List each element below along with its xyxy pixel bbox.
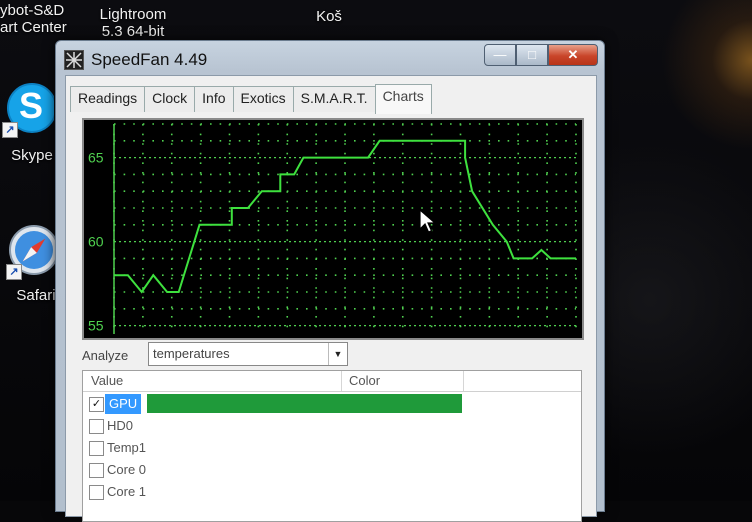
tab-exotics[interactable]: Exotics — [232, 86, 293, 112]
sensor-color-swatch[interactable] — [147, 394, 462, 413]
speedfan-app-icon — [64, 50, 84, 70]
column-header-color[interactable]: Color — [349, 373, 380, 389]
sensor-checkbox[interactable] — [89, 441, 104, 456]
analyze-select[interactable]: temperatures ▼ — [148, 342, 348, 366]
desktop-icon-safari-label[interactable]: Safari — [12, 287, 60, 304]
chevron-down-icon[interactable]: ▼ — [328, 343, 347, 365]
sensor-checkbox[interactable] — [89, 485, 104, 500]
sensor-row[interactable]: HD0 — [83, 415, 581, 437]
sensor-row[interactable]: Temp1 — [83, 437, 581, 459]
sensor-row[interactable]: Core 1 — [83, 481, 581, 503]
title-bar[interactable]: SpeedFan 4.49 — □ ✕ — [56, 41, 604, 75]
desktop-icon-lightroom-line2: 5.3 64-bit — [101, 23, 165, 40]
safari-icon[interactable]: ↗ — [6, 222, 59, 280]
sensor-checkbox[interactable] — [89, 419, 104, 434]
temperature-chart: 65 60 55 — [82, 118, 584, 340]
tab-readings[interactable]: Readings — [70, 86, 145, 112]
desktop-icon-lightroom-label[interactable]: Lightroom 5.3 64-bit — [88, 6, 178, 40]
sensor-row[interactable]: ✓ GPU — [83, 393, 581, 415]
tab-charts[interactable]: Charts — [374, 84, 432, 114]
shortcut-arrow-icon: ↗ — [6, 264, 22, 280]
window-controls: — □ ✕ — [484, 44, 598, 66]
column-separator[interactable] — [341, 371, 342, 391]
shortcut-arrow-icon: ↗ — [2, 122, 18, 138]
speedfan-window[interactable]: SpeedFan 4.49 — □ ✕ Readings Clock Info … — [55, 40, 605, 522]
desktop-icon-skybot-label[interactable]: ybot-S&D art Center — [0, 2, 74, 36]
minimize-button[interactable]: — — [484, 44, 516, 66]
tab-strip: Readings Clock Info Exotics S.M.A.R.T. C… — [70, 84, 432, 114]
sensor-checkbox[interactable] — [89, 463, 104, 478]
maximize-button[interactable]: □ — [516, 44, 548, 66]
column-separator[interactable] — [463, 371, 464, 391]
tab-smart[interactable]: S.M.A.R.T. — [292, 86, 375, 112]
sensor-label: Core 0 — [107, 462, 147, 477]
analyze-label: Analyze — [82, 348, 129, 363]
window-client-area: Readings Clock Info Exotics S.M.A.R.T. C… — [65, 75, 597, 522]
desktop-icon-recycle-bin-label[interactable]: Koš — [312, 8, 346, 25]
skype-glyph: S — [19, 85, 44, 126]
window-title: SpeedFan 4.49 — [91, 50, 208, 69]
tab-clock[interactable]: Clock — [144, 86, 195, 112]
sensor-list[interactable]: Value Color ✓ GPU HD0 Temp1 Core 0 Core 1 — [82, 370, 582, 522]
sensor-label: Temp1 — [107, 440, 147, 455]
sensor-label: Core 1 — [107, 484, 147, 499]
close-button[interactable]: ✕ — [548, 44, 598, 66]
mouse-cursor-icon — [419, 209, 437, 233]
desktop-icon-skybot-line2: art Center — [0, 19, 67, 36]
tab-info[interactable]: Info — [194, 86, 233, 112]
desktop-icon-skype-label[interactable]: Skype — [8, 147, 56, 164]
chart-ytick-label: 65 — [88, 150, 104, 166]
chart-ytick-label: 55 — [88, 318, 104, 334]
sensor-label: HD0 — [107, 418, 134, 433]
analyze-select-value: temperatures — [153, 346, 230, 361]
skype-icon[interactable]: S ↗ — [2, 80, 57, 138]
desktop-icon-lightroom-line1: Lightroom — [99, 6, 167, 23]
sensor-label: GPU — [105, 394, 142, 414]
chart-canvas: 65 60 55 — [88, 123, 577, 334]
sensor-checkbox[interactable]: ✓ — [89, 397, 104, 412]
sensor-row[interactable]: Core 0 — [83, 459, 581, 481]
column-header-value[interactable]: Value — [91, 373, 123, 389]
sensor-list-header: Value Color — [83, 371, 581, 392]
chart-ytick-label: 60 — [88, 234, 104, 250]
desktop-icon-skybot-line1: ybot-S&D — [0, 2, 65, 19]
